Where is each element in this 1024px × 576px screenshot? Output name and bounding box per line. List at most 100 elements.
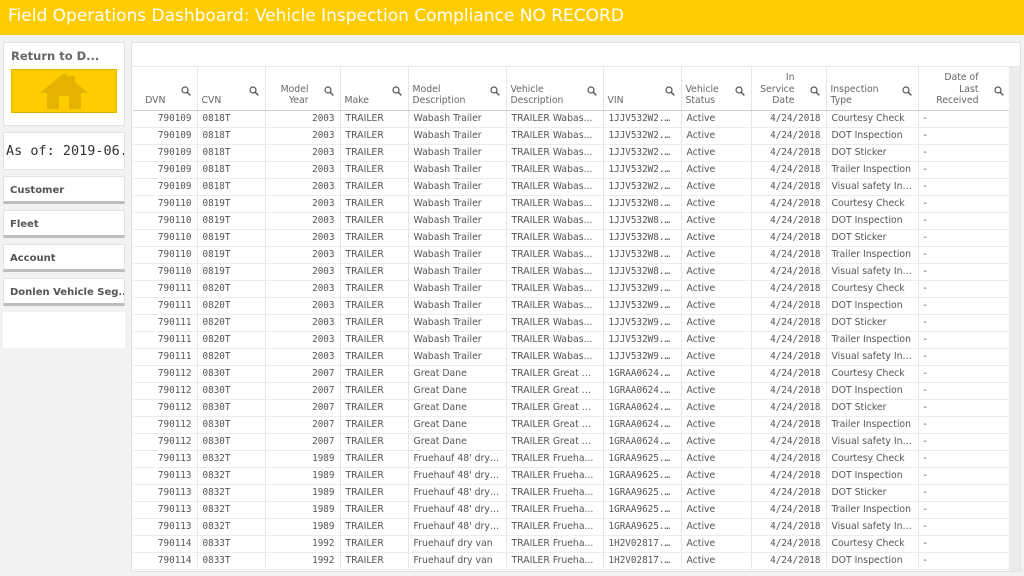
cell-in-service-date[interactable]: 4/24/2018 [751,501,827,519]
cell-cvn[interactable]: 0818T [197,178,266,196]
cell-model-year[interactable]: 2003 [265,348,341,366]
cell-model-year[interactable]: 1989 [265,484,341,502]
cell-make[interactable]: TRAILER [340,348,409,366]
cell-cvn[interactable]: 0820T [197,331,266,349]
cell-in-service-date[interactable]: 4/24/2018 [751,535,827,553]
table-row[interactable]: 790113 0832T 1989 TRAILER Fruehauf 48' dry .… [133,501,1011,519]
cell-vehicle-description[interactable]: TRAILER Frueha... [506,450,604,468]
filter-account[interactable]: Account [3,244,125,272]
column-header-model-description[interactable]: Model Description [408,67,507,111]
cell-vehicle-status[interactable]: Active [681,161,752,179]
search-icon[interactable] [489,86,500,100]
cell-vin[interactable]: 1GRAA0624... [603,433,682,451]
table-row[interactable]: 790112 0830T 2007 TRAILER Great Dane TRAILER … [133,399,1011,417]
table-row[interactable]: 790112 0830T 2007 TRAILER Great Dane TRAILER … [133,365,1011,383]
table-row[interactable]: 790109 0818T 2003 TRAILER Wabash Trailer TRAI… [133,161,1011,179]
search-icon[interactable] [323,86,334,100]
table-row[interactable]: 790110 0819T 2003 TRAILER Wabash Trailer TRAI… [133,195,1011,213]
cell-model-year[interactable]: 2003 [265,297,341,315]
column-header-dvn[interactable]: DVN [133,67,198,111]
cell-model-description[interactable]: Great Dane [408,382,507,400]
cell-cvn[interactable]: 0820T [197,297,266,315]
cell-cvn[interactable]: 0830T [197,365,266,383]
cell-model-year[interactable]: 2003 [265,246,341,264]
cell-inspection-type[interactable]: DOT Inspection [826,467,919,485]
table-row[interactable]: 790111 0820T 2003 TRAILER Wabash Trailer TRAI… [133,331,1011,349]
cell-make[interactable]: TRAILER [340,280,409,298]
cell-inspection-type[interactable]: Courtesy Check [826,535,919,553]
table-row[interactable]: 790114 0833T 1992 TRAILER Fruehauf dry van TR… [133,535,1011,553]
cell-dvn[interactable]: 790113 [133,518,198,536]
cell-in-service-date[interactable]: 4/24/2018 [751,263,827,281]
cell-vehicle-description[interactable]: TRAILER Wabas... [506,280,604,298]
cell-model-description[interactable]: Fruehauf 48' dry ... [408,467,507,485]
cell-inspection-type[interactable]: Courtesy Check [826,365,919,383]
cell-make[interactable]: TRAILER [340,144,409,162]
cell-date-of-last-received[interactable]: - [918,484,1011,502]
cell-in-service-date[interactable]: 4/24/2018 [751,331,827,349]
cell-vin[interactable]: 1JJV532W9... [603,348,682,366]
cell-date-of-last-received[interactable]: - [918,127,1011,145]
cell-vin[interactable]: 1GRAA9625... [603,518,682,536]
cell-model-year[interactable]: 1989 [265,501,341,519]
cell-cvn[interactable]: 0818T [197,144,266,162]
cell-vehicle-status[interactable]: Active [681,280,752,298]
cell-in-service-date[interactable]: 4/24/2018 [751,552,827,570]
cell-cvn[interactable]: 0833T [197,535,266,553]
cell-vehicle-description[interactable]: TRAILER Wabas... [506,178,604,196]
table-row[interactable]: 790113 0832T 1989 TRAILER Fruehauf 48' dry .… [133,484,1011,502]
cell-vehicle-status[interactable]: Active [681,382,752,400]
cell-inspection-type[interactable]: Trailer Inspection [826,501,919,519]
cell-vehicle-description[interactable]: TRAILER Wabas... [506,263,604,281]
cell-vehicle-description[interactable]: TRAILER Wabas... [506,331,604,349]
cell-model-year[interactable]: 2007 [265,433,341,451]
table-row[interactable]: 790110 0819T 2003 TRAILER Wabash Trailer TRAI… [133,263,1011,281]
cell-in-service-date[interactable]: 4/24/2018 [751,110,827,128]
cell-dvn[interactable]: 790111 [133,331,198,349]
cell-vehicle-status[interactable]: Active [681,195,752,213]
cell-inspection-type[interactable]: Trailer Inspection [826,416,919,434]
cell-vehicle-description[interactable]: TRAILER Great D... [506,399,604,417]
cell-dvn[interactable]: 790109 [133,161,198,179]
cell-cvn[interactable]: 0830T [197,433,266,451]
cell-in-service-date[interactable]: 4/24/2018 [751,297,827,315]
cell-model-year[interactable]: 1992 [265,535,341,553]
cell-vehicle-status[interactable]: Active [681,229,752,247]
cell-vehicle-status[interactable]: Active [681,178,752,196]
cell-vin[interactable]: 1JJV532W9... [603,314,682,332]
search-icon[interactable] [734,86,745,100]
vertical-scrollbar[interactable] [1009,67,1020,571]
table-row[interactable]: 790111 0820T 2003 TRAILER Wabash Trailer TRAI… [133,314,1011,332]
cell-make[interactable]: TRAILER [340,110,409,128]
cell-model-year[interactable]: 2003 [265,280,341,298]
cell-model-year[interactable]: 2003 [265,178,341,196]
column-header-vin[interactable]: VIN [603,67,682,111]
cell-cvn[interactable]: 0820T [197,348,266,366]
cell-date-of-last-received[interactable]: - [918,501,1011,519]
cell-model-year[interactable]: 1989 [265,450,341,468]
cell-make[interactable]: TRAILER [340,178,409,196]
cell-dvn[interactable]: 790110 [133,195,198,213]
cell-vehicle-description[interactable]: TRAILER Wabas... [506,297,604,315]
cell-date-of-last-received[interactable]: - [918,365,1011,383]
search-icon[interactable] [809,86,820,100]
cell-dvn[interactable]: 790110 [133,212,198,230]
cell-model-description[interactable]: Wabash Trailer [408,246,507,264]
cell-date-of-last-received[interactable]: - [918,195,1011,213]
cell-vehicle-status[interactable]: Active [681,518,752,536]
cell-date-of-last-received[interactable]: - [918,552,1011,570]
cell-make[interactable]: TRAILER [340,467,409,485]
cell-model-year[interactable]: 2007 [265,399,341,417]
cell-cvn[interactable]: 0820T [197,280,266,298]
cell-dvn[interactable]: 790114 [133,552,198,570]
cell-vehicle-description[interactable]: TRAILER Frueha... [506,467,604,485]
cell-inspection-type[interactable]: DOT Inspection [826,212,919,230]
cell-date-of-last-received[interactable]: - [918,535,1011,553]
cell-make[interactable]: TRAILER [340,263,409,281]
cell-dvn[interactable]: 790112 [133,399,198,417]
table-row[interactable]: 790112 0830T 2007 TRAILER Great Dane TRAILER … [133,433,1011,451]
cell-cvn[interactable]: 0832T [197,467,266,485]
cell-make[interactable]: TRAILER [340,161,409,179]
cell-cvn[interactable]: 0819T [197,212,266,230]
cell-make[interactable]: TRAILER [340,127,409,145]
